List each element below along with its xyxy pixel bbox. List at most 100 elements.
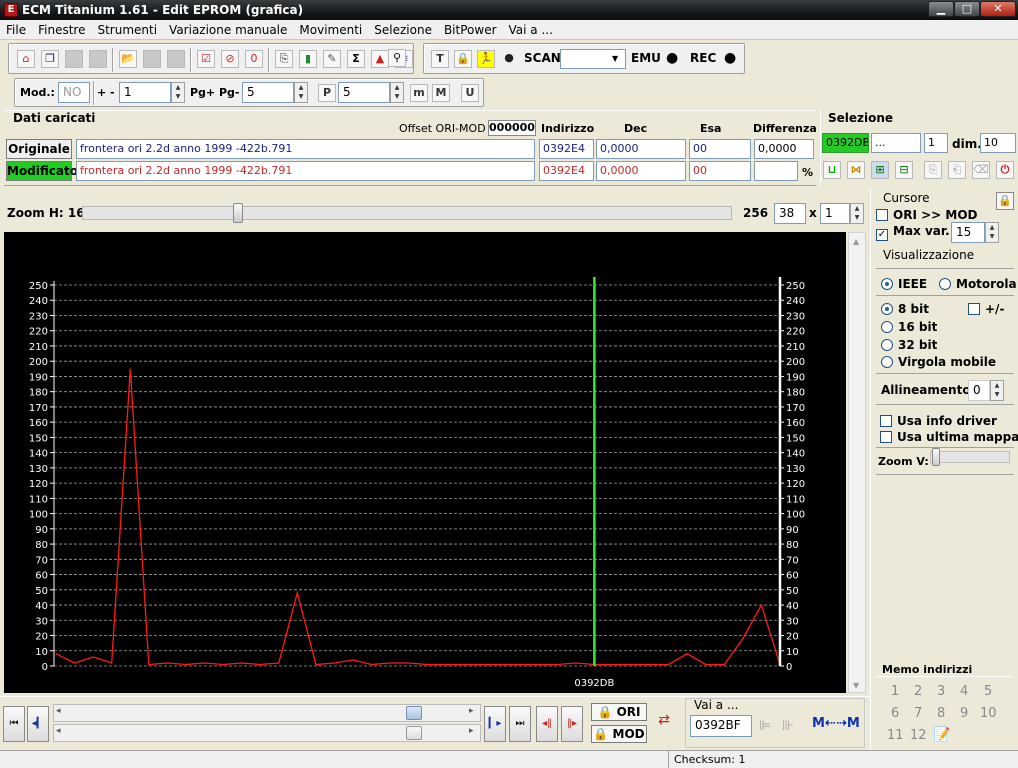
memo-back-icon[interactable]: M⇠ [812,716,836,731]
motorola-radio[interactable]: Motorola [939,277,1017,291]
mod-button[interactable]: 🔒 MOD [591,725,647,743]
memo-6[interactable]: 6 [891,706,899,721]
emu-dot-icon[interactable]: ● [666,50,678,66]
address-scrollbar[interactable]: ◂ ▸ [53,704,481,722]
spin-down-icon[interactable]: ▼ [395,93,400,100]
vai-a-input[interactable]: 0392BF [690,715,752,737]
menu-movimenti[interactable]: Movimenti [293,20,368,40]
memo-4[interactable]: 4 [960,684,968,699]
graph-area[interactable]: 0 0 10 10 20 20 30 30 40 40 50 50 60 60 70 70 80 80 90 90 10… [4,232,846,693]
zoom-v-thumb[interactable] [932,448,940,466]
virgola-radio[interactable]: Virgola mobile [881,355,996,369]
spin-up-icon[interactable]: ▲ [395,84,400,91]
mod-dec-field[interactable]: 0,0000 [596,161,686,181]
menu-strumenti[interactable]: Strumenti [91,20,163,40]
spin-up-icon[interactable]: ▲ [299,84,304,91]
spin-up-icon[interactable]: ▲ [176,84,181,91]
compare-next-button[interactable]: ‖▸ [561,706,583,742]
spin-down-icon[interactable]: ▼ [855,214,860,221]
copy-icon[interactable]: ⎘ [275,50,293,68]
prev-button[interactable]: ◂▎ [27,706,49,742]
scroll-up-icon[interactable]: ▲ [853,237,859,246]
max-var-spinner[interactable]: ▲ ▼ [985,222,999,243]
radio[interactable] [881,321,893,333]
16bit-radio[interactable]: 16 bit [881,320,937,334]
folder-open-icon[interactable]: 📂 [119,50,137,68]
mod-diff-field[interactable] [754,161,798,181]
sel-start-field[interactable]: 0392DB [822,133,869,153]
tools-icon[interactable]: ✎ [323,50,341,68]
select-end-icon[interactable]: ⊟ [895,161,913,179]
offset-value[interactable]: 000000 [488,120,536,136]
spin-down-icon[interactable]: ▼ [990,233,995,240]
record-dot-icon[interactable]: ● [500,50,518,68]
max-var-input[interactable]: 15 [951,222,985,243]
graph-vscroll[interactable]: ▲ ▼ [848,232,866,693]
spin-up-icon[interactable]: ▲ [855,205,860,212]
p-spinner[interactable]: ▲ ▼ [390,82,404,103]
search-doc-icon[interactable]: ⊘ [221,50,239,68]
memo-10[interactable]: 10 [980,706,997,721]
memo-8[interactable]: 8 [937,706,945,721]
dim-field[interactable]: 10 [980,133,1016,153]
ori-dec-field[interactable]: 0,0000 [596,139,686,159]
checkbox[interactable] [968,303,980,315]
mod-address-scrollbar[interactable]: ◂ ▸ [53,724,481,742]
radio[interactable] [881,339,893,351]
checkbox[interactable] [880,431,892,443]
page-spinner[interactable]: ▲ ▼ [294,82,308,103]
32bit-radio[interactable]: 32 bit [881,338,937,352]
scroll-left-icon[interactable]: ◂ [56,706,61,716]
scroll-right-icon[interactable]: ▸ [469,726,474,736]
step-spinner[interactable]: ▲ ▼ [171,82,185,103]
memo-7[interactable]: 7 [914,706,922,721]
p-button[interactable]: P [318,84,336,102]
checkbox[interactable] [876,209,888,221]
menu-bitpower[interactable]: BitPower [438,20,503,40]
radio-selected[interactable] [881,303,893,315]
mod-esa-field[interactable]: 00 [689,161,751,181]
memo-notes-icon[interactable]: 📝 [933,727,950,743]
zoom-h-thumb[interactable] [233,203,243,223]
memo-5[interactable]: 5 [984,684,992,699]
lock-icon[interactable]: 🔒 [996,192,1014,210]
memo-12[interactable]: 12 [910,728,927,743]
memo-forward-icon[interactable]: ⇢M [836,716,860,731]
eprom-graph[interactable]: 0 0 10 10 20 20 30 30 40 40 50 50 60 60 70 70 80 80 90 90 10… [4,232,846,693]
menu-finestre[interactable]: Finestre [32,20,91,40]
scroll-thumb[interactable] [406,726,422,740]
ori-button[interactable]: 🔒 ORI [591,703,647,721]
maximize-button[interactable]: □ [954,1,980,17]
zoom-mult-spinner[interactable]: ▲ ▼ [850,203,864,224]
mod-file-field[interactable]: frontera ori 2.2d anno 1999 -422b.791 [76,161,535,181]
spin-down-icon[interactable]: ▼ [299,93,304,100]
radio-selected[interactable] [881,278,893,290]
select-range-icon[interactable]: ⋈ [847,161,865,179]
menu-file[interactable]: File [0,20,32,40]
memo-1[interactable]: 1 [891,684,899,699]
max-var-check[interactable]: ✓ Max var. [876,224,950,241]
ori-file-field[interactable]: frontera ori 2.2d anno 1999 -422b.791 [76,139,535,159]
zoom-mult-input[interactable]: 1 [820,203,850,224]
m-upper-button[interactable]: M [432,84,450,102]
8bit-radio[interactable]: 8 bit [881,302,929,316]
zoom-h-track[interactable] [82,206,732,220]
checkbox[interactable] [880,415,892,427]
allineamento-input[interactable]: 0 [968,380,990,401]
spin-down-icon[interactable]: ▼ [995,391,1000,398]
last-button[interactable]: ⏭ [509,706,531,742]
sel-end-field[interactable]: ... [871,133,921,153]
power-icon[interactable]: ⏻ [996,161,1014,179]
memo-9[interactable]: 9 [960,706,968,721]
ori-esa-field[interactable]: 00 [689,139,751,159]
select-block-icon[interactable]: ⊞ [871,161,889,179]
shapes-icon[interactable]: ▲ [371,50,389,68]
windows-icon[interactable]: ❐ [41,50,59,68]
ori-diff-field[interactable]: 0,0000 [754,139,814,159]
usa-ultima-check[interactable]: Usa ultima mappa [880,430,1018,444]
memo-3[interactable]: 3 [937,684,945,699]
spin-up-icon[interactable]: ▲ [990,224,995,231]
scroll-right-icon[interactable]: ▸ [469,706,474,716]
ori-address-field[interactable]: 0392E4 [539,139,594,159]
select-start-icon[interactable]: ⊔ [823,161,841,179]
